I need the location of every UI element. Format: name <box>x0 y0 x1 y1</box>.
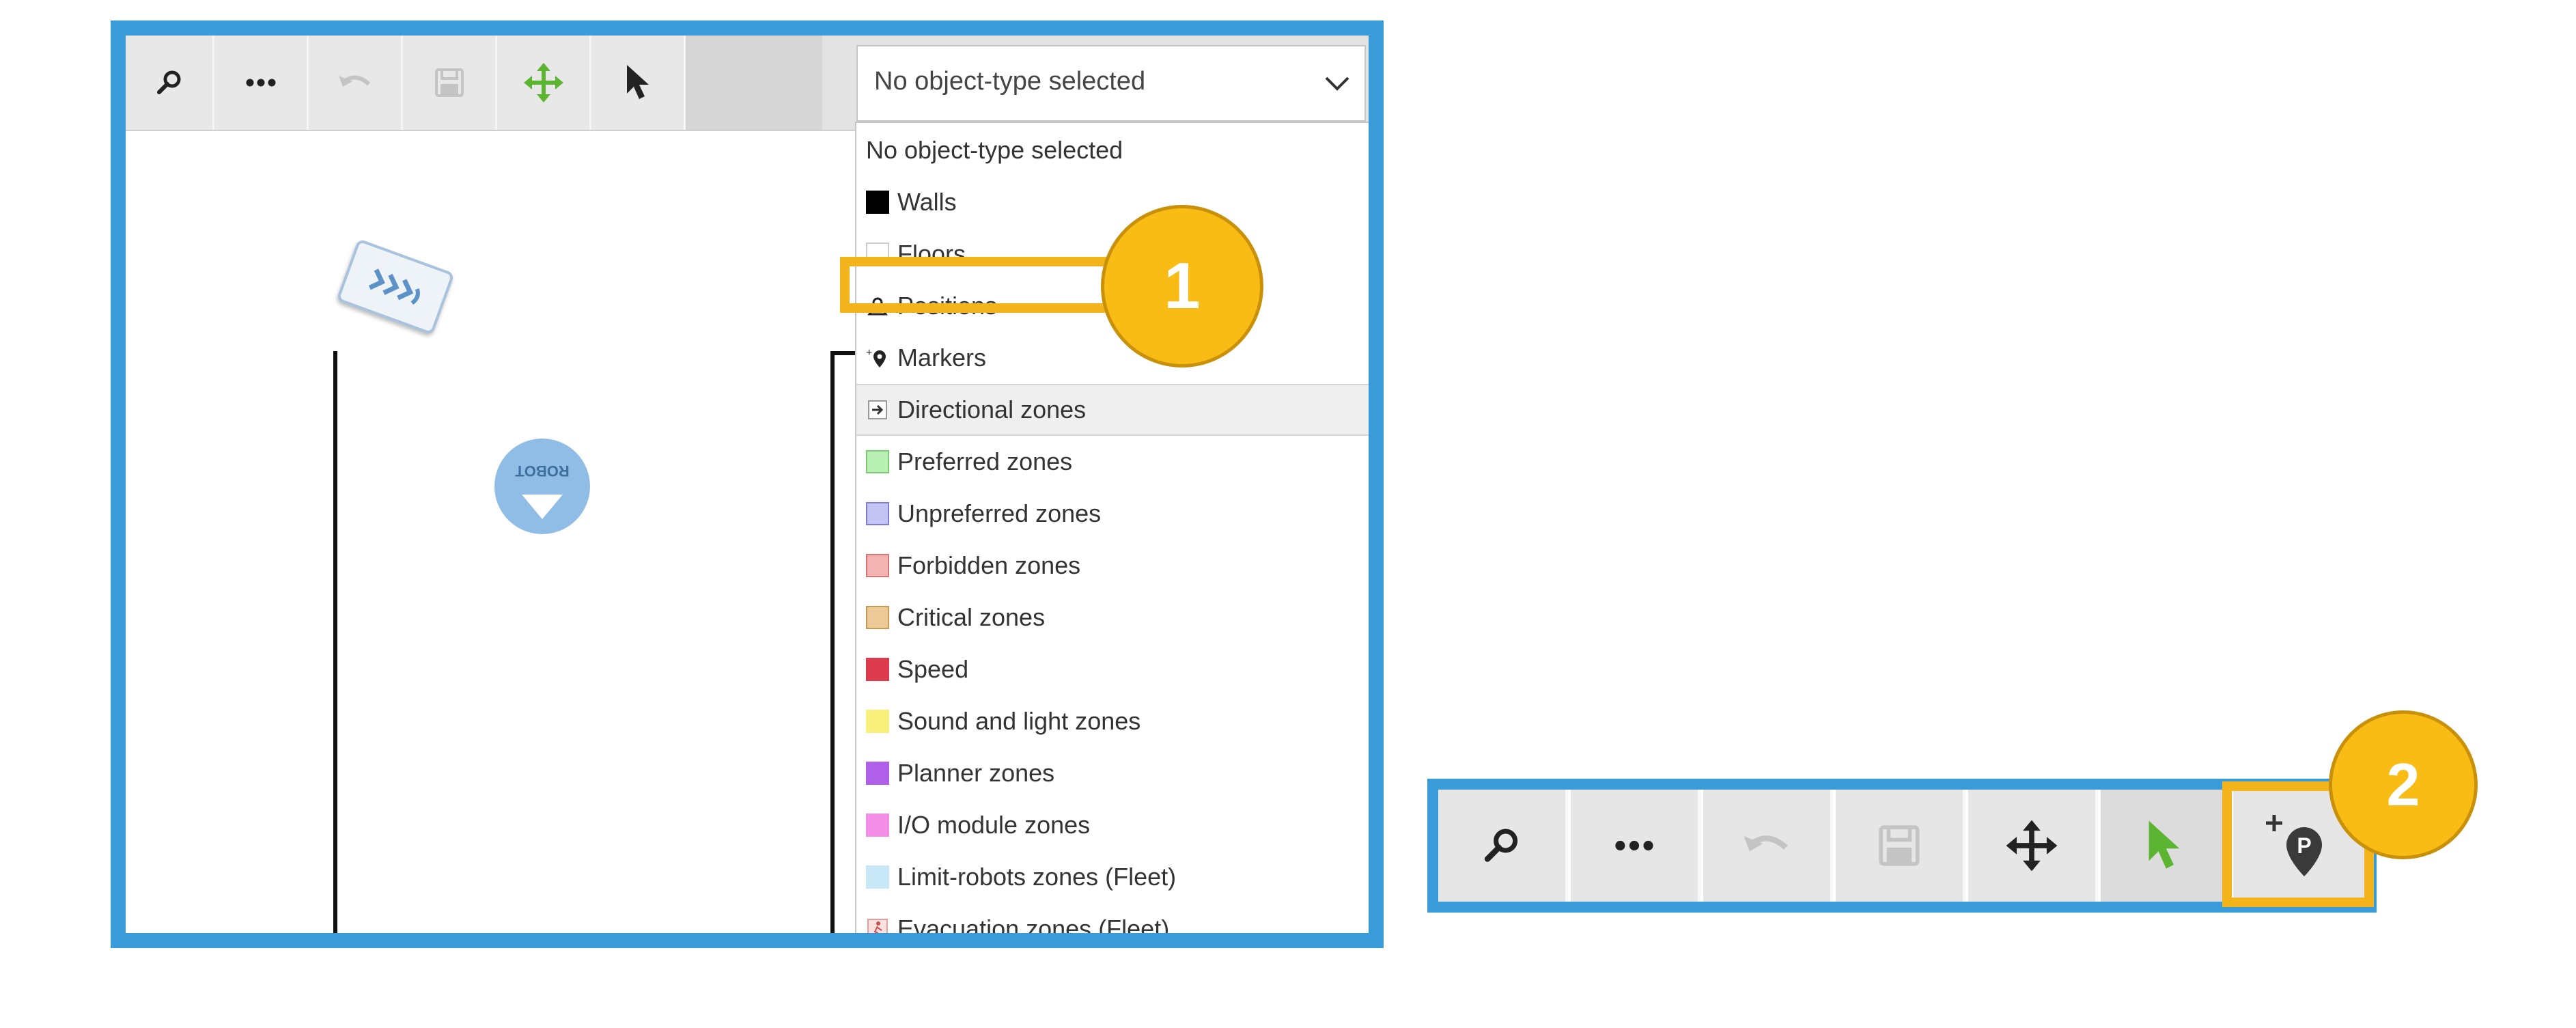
cursor-arrow-icon <box>626 65 649 99</box>
more-button[interactable] <box>1571 790 1700 902</box>
callout-2: 2 <box>2329 710 2478 859</box>
callout-1: 1 <box>1101 205 1263 367</box>
option-sound-light-zones[interactable]: Sound and light zones <box>856 695 1369 747</box>
move-button[interactable] <box>497 36 591 130</box>
wall-line-left <box>333 351 337 933</box>
option-label: Preferred zones <box>897 447 1073 475</box>
select-button[interactable] <box>591 36 686 130</box>
toolbar-empty-slot <box>686 36 822 130</box>
option-planner-zones[interactable]: Planner zones <box>856 747 1369 799</box>
chevron-down-icon <box>1325 77 1349 91</box>
cursor-arrow-icon <box>2148 820 2180 869</box>
sound-light-swatch <box>866 710 889 733</box>
save-button[interactable] <box>1836 790 1965 902</box>
preferred-swatch <box>866 450 889 473</box>
save-icon <box>434 68 464 97</box>
directional-icon <box>866 398 889 421</box>
option-label: Planner zones <box>897 759 1055 787</box>
option-limit-robots-zones[interactable]: Limit-robots zones (Fleet) <box>856 851 1369 903</box>
ellipsis-icon <box>1615 840 1653 851</box>
option-speed[interactable]: Speed <box>856 643 1369 695</box>
save-button[interactable] <box>403 36 497 130</box>
undo-button[interactable] <box>1703 790 1833 902</box>
walls-swatch <box>866 191 889 214</box>
marker-icon: + <box>866 346 889 370</box>
magnifier-icon <box>1484 829 1518 862</box>
option-label: Forbidden zones <box>897 551 1081 579</box>
magnifier-icon <box>156 70 180 94</box>
marker-card-icon[interactable] <box>336 238 455 335</box>
option-label: Directional zones <box>897 395 1087 423</box>
move-arrows-icon <box>2006 820 2058 872</box>
positions-highlight-frame <box>840 257 1120 313</box>
option-critical-zones[interactable]: Critical zones <box>856 592 1369 643</box>
limit-robots-swatch <box>866 865 889 889</box>
select-button[interactable] <box>2101 790 2230 902</box>
speed-swatch <box>866 658 889 681</box>
move-arrows-icon <box>523 63 563 102</box>
save-icon <box>1879 825 1920 866</box>
object-type-select[interactable]: No object-type selected <box>856 45 1366 122</box>
option-evacuation-zones[interactable]: Evacuation zones (Fleet) <box>856 903 1369 943</box>
object-type-select-value: No object-type selected <box>874 67 1146 96</box>
critical-swatch <box>866 606 889 629</box>
undo-icon <box>1744 835 1788 852</box>
robot-label: ROBOT <box>515 462 570 480</box>
option-label: I/O module zones <box>897 811 1091 839</box>
wall-line-right <box>830 351 835 933</box>
zoom-button[interactable] <box>1438 790 1568 902</box>
move-button[interactable] <box>1968 790 2098 902</box>
io-module-swatch <box>866 814 889 837</box>
option-markers[interactable]: + Markers <box>856 332 1369 384</box>
evacuation-icon <box>866 917 889 933</box>
robot-icon[interactable]: ROBOT <box>494 439 590 534</box>
planner-swatch <box>866 762 889 785</box>
option-walls[interactable]: Walls <box>856 176 1369 228</box>
undo-icon <box>338 75 370 87</box>
option-forbidden-zones[interactable]: Forbidden zones <box>856 540 1369 592</box>
zoom-button[interactable] <box>126 36 214 130</box>
option-label: No object-type selected <box>866 136 1123 164</box>
option-label: Walls <box>897 188 957 216</box>
ellipsis-icon <box>246 79 275 87</box>
option-label: Critical zones <box>897 603 1046 631</box>
option-directional-zones[interactable]: Directional zones <box>856 384 1369 436</box>
option-label: Speed <box>897 655 969 683</box>
option-none[interactable]: No object-type selected <box>856 124 1369 176</box>
unpreferred-swatch <box>866 502 889 525</box>
forbidden-swatch <box>866 554 889 577</box>
svg-text:+: + <box>866 347 872 359</box>
option-preferred-zones[interactable]: Preferred zones <box>856 436 1369 488</box>
option-label: Sound and light zones <box>897 707 1141 735</box>
option-label: Evacuation zones (Fleet) <box>897 915 1170 943</box>
map-editor-panel: ROBOT No object-type selected No object-… <box>111 20 1384 948</box>
wall-line-right-top <box>830 351 858 355</box>
option-label: Markers <box>897 344 987 372</box>
undo-button[interactable] <box>309 36 403 130</box>
option-unpreferred-zones[interactable]: Unpreferred zones <box>856 488 1369 540</box>
more-button[interactable] <box>214 36 309 130</box>
option-label: Unpreferred zones <box>897 499 1102 527</box>
option-label: Limit-robots zones (Fleet) <box>897 863 1177 891</box>
option-io-module-zones[interactable]: I/O module zones <box>856 799 1369 851</box>
